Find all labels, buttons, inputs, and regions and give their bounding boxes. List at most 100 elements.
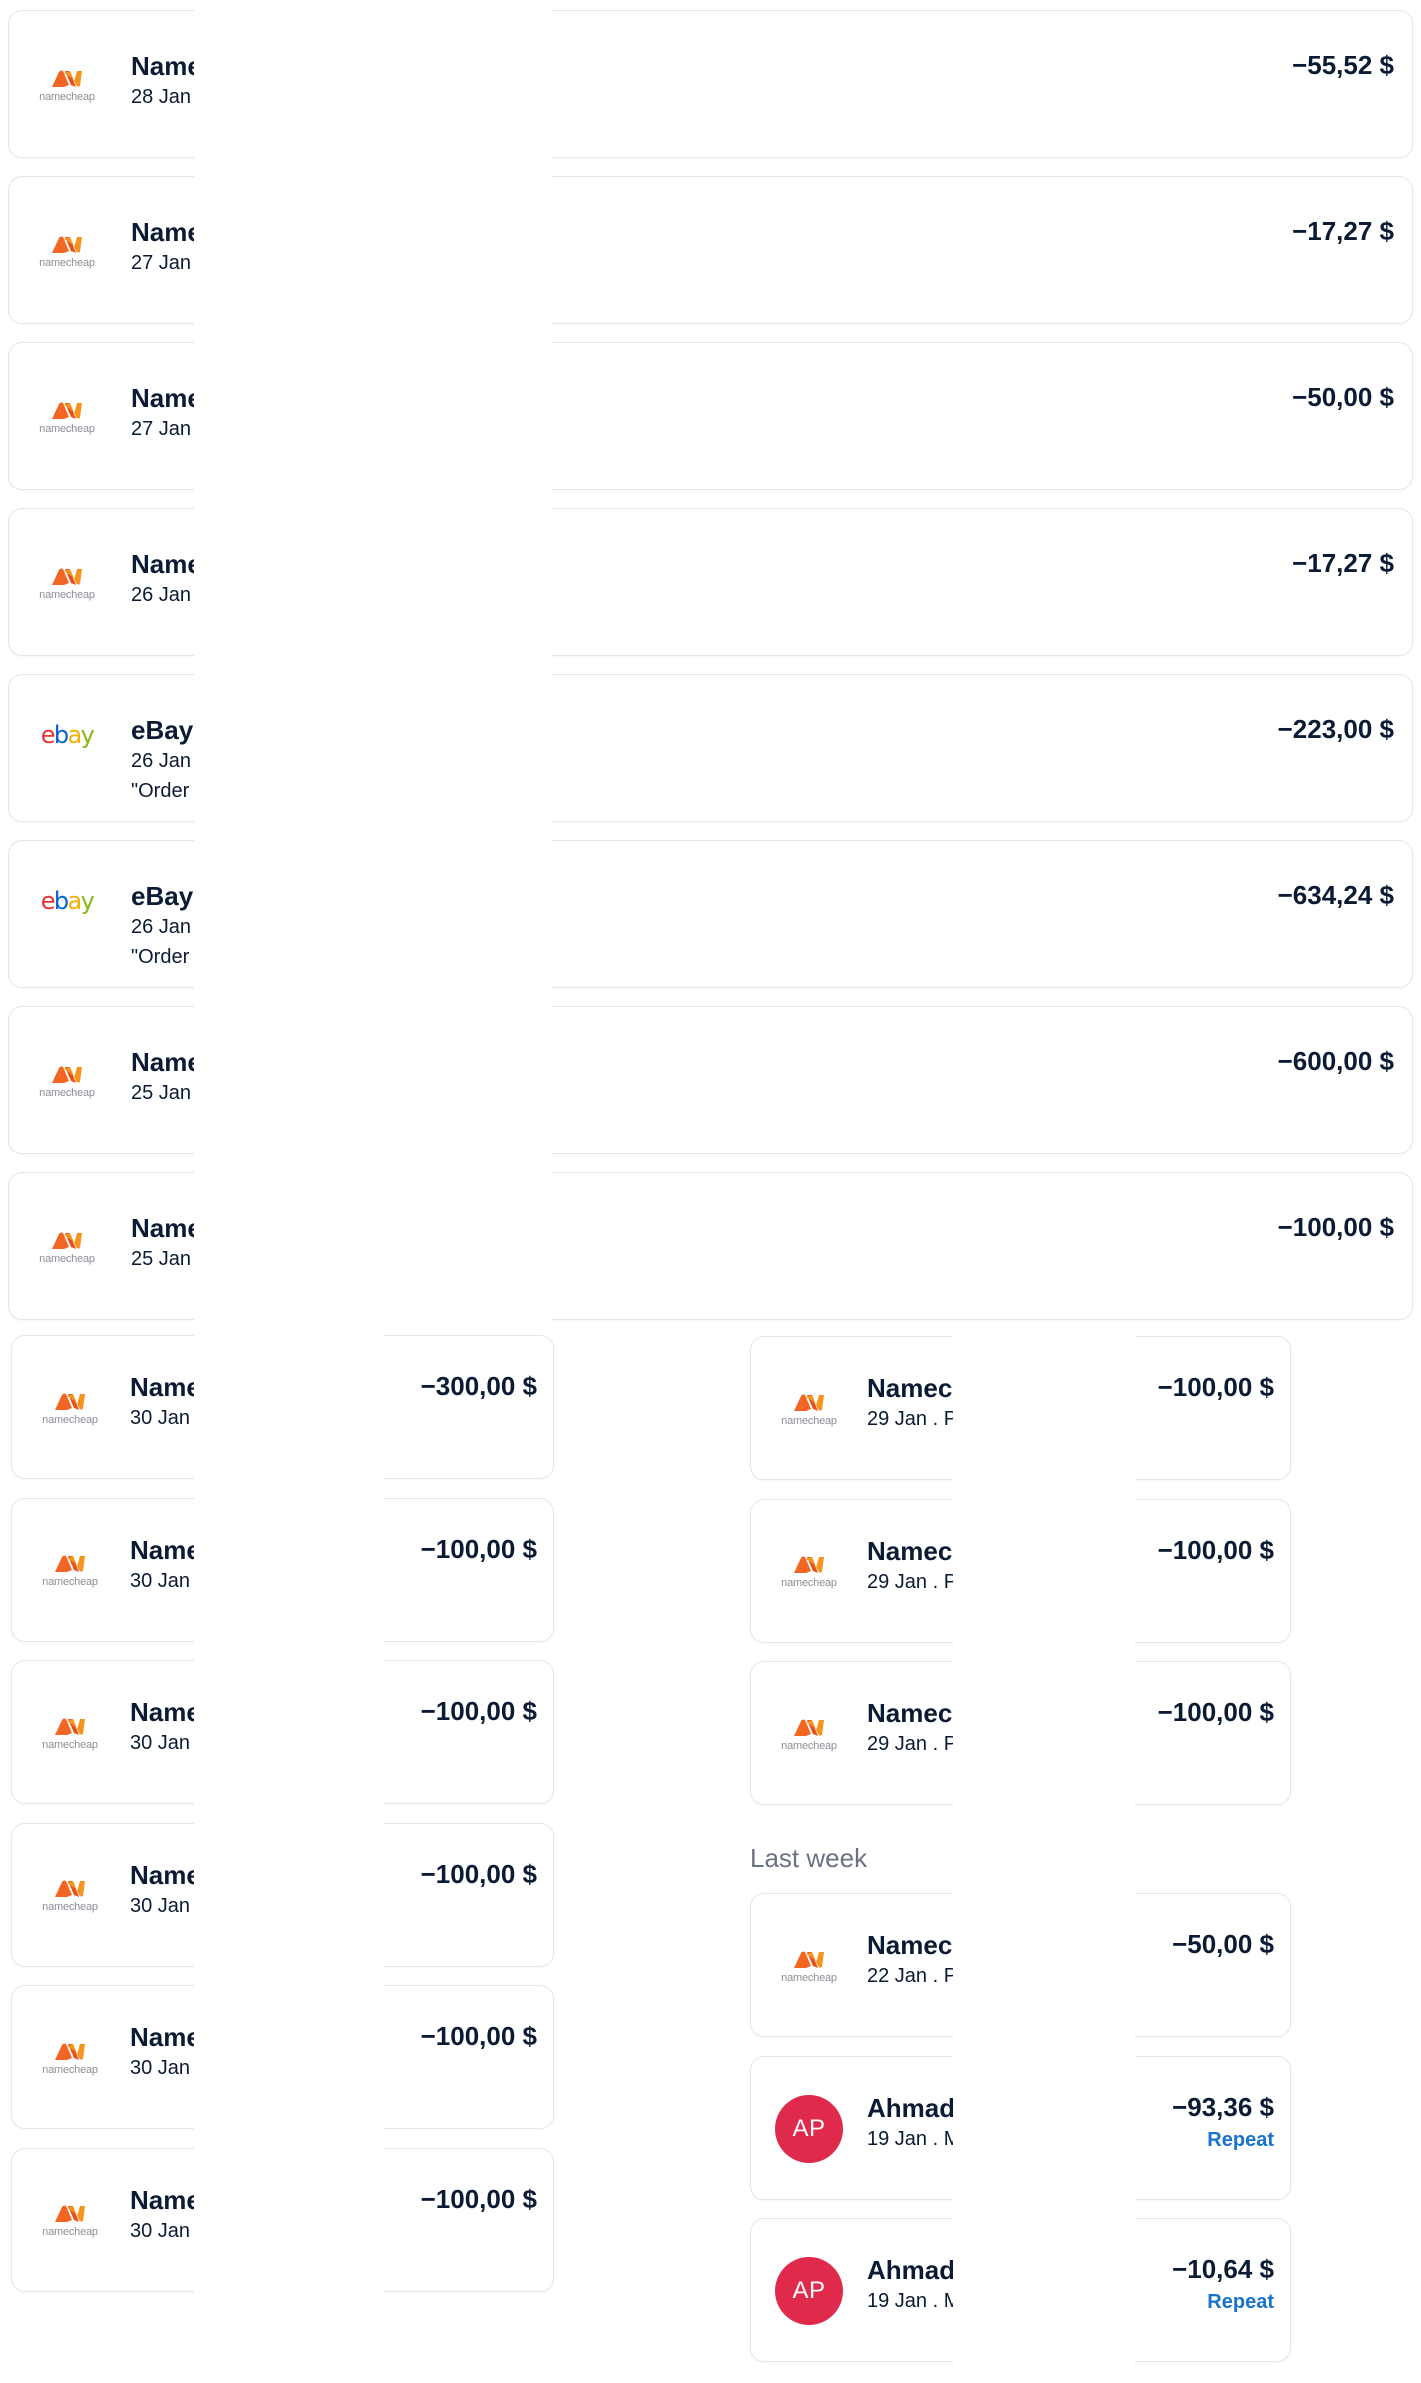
namecheap-wordmark: namecheap (781, 1971, 837, 1984)
merchant-name: Namecheap (131, 51, 203, 81)
transaction-amount: −100,00 $ (1157, 1697, 1274, 1727)
transaction-logo: namecheap (12, 1368, 128, 1448)
namecheap-n-mark (55, 1555, 85, 1572)
transaction-text: eBay 26 Jan "Order (131, 881, 203, 981)
namecheap-n-mark (794, 1718, 824, 1736)
transaction-text: Namecheap 27 Jan (131, 383, 203, 483)
namecheap-n-mark (52, 235, 82, 253)
transaction-logo: namecheap (751, 1694, 867, 1774)
namecheap-n-mark (55, 2042, 85, 2060)
namecheap-logo-icon: namecheap (781, 1717, 837, 1752)
ebay-letter: y (80, 887, 95, 915)
ebay-letter: a (67, 887, 83, 915)
merchant-name: eBay (131, 881, 194, 911)
screenshot-canvas: namecheap Namecheap 28 Jan −55,52 $ namechea… (0, 0, 1421, 2383)
namecheap-wordmark: namecheap (42, 2226, 98, 2238)
transaction-amount: −55,52 $ (1292, 50, 1394, 80)
transaction-amount: −100,00 $ (1157, 1372, 1274, 1402)
transaction-logo: namecheap (12, 1531, 128, 1611)
namecheap-n-mark (52, 401, 82, 419)
namecheap-wordmark: namecheap (42, 1413, 98, 1426)
namecheap-logo-icon: namecheap (42, 1391, 98, 1426)
transaction-logo: namecheap (12, 2018, 128, 2098)
namecheap-wordmark: namecheap (781, 1414, 837, 1427)
transaction-logo: namecheap (9, 1207, 125, 1287)
transaction-logo: namecheap (751, 1369, 867, 1449)
namecheap-n-mark (52, 1231, 82, 1249)
transaction-logo: AP (751, 2251, 867, 2331)
namecheap-logo-icon: namecheap (39, 1230, 95, 1265)
transaction-date: 27 Jan (131, 418, 192, 440)
namecheap-n-mark (52, 69, 82, 87)
transaction-date: 30 Jan (130, 2219, 191, 2242)
namecheap-wordmark: namecheap (39, 422, 95, 435)
transaction-amount: −100,00 $ (420, 2183, 537, 2214)
transaction-date: 30 Jan (130, 1407, 191, 1429)
transaction-logo: ebay (9, 695, 125, 775)
namecheap-n-mark (794, 1950, 824, 1968)
transaction-amount: −17,27 $ (1292, 216, 1394, 246)
ebay-letter: a (67, 721, 83, 749)
namecheap-logo-icon: namecheap (42, 2203, 98, 2238)
transaction-amount: −300,00 $ (420, 1371, 537, 1401)
namecheap-wordmark: namecheap (39, 90, 95, 103)
transaction-amount: −93,36 $ (1172, 2091, 1274, 2122)
repeat-button[interactable]: Repeat (1207, 2128, 1274, 2152)
namecheap-logo-icon: namecheap (781, 1392, 837, 1427)
ebay-letter: e (40, 721, 56, 749)
merchant-name: Ahmad (867, 2092, 954, 2123)
merchant-name: Ahmad (867, 2255, 954, 2285)
namecheap-n-mark (52, 1065, 82, 1083)
transaction-date: 30 Jan (130, 1569, 191, 1592)
transaction-logo: namecheap (9, 1041, 125, 1121)
namecheap-logo-icon: namecheap (39, 1064, 95, 1099)
namecheap-wordmark: namecheap (42, 1576, 98, 1588)
transaction-date: 30 Jan (130, 1732, 191, 1754)
transaction-date: 29 Jan . P (867, 1733, 954, 1755)
transaction-date: 19 Jan . M (867, 2290, 954, 2312)
ebay-letter: y (80, 721, 95, 749)
transaction-logo: namecheap (9, 543, 125, 623)
transaction-amount: −100,00 $ (420, 1858, 537, 1889)
transaction-amount: −17,27 $ (1292, 548, 1394, 578)
transaction-amount: −50,00 $ (1292, 382, 1394, 412)
transaction-logo: namecheap (9, 377, 125, 457)
redaction-overlay (194, 0, 552, 1335)
transaction-text: Namecheap 28 Jan (131, 51, 203, 151)
namecheap-wordmark: namecheap (39, 1086, 95, 1099)
repeat-button[interactable]: Repeat (1207, 2290, 1274, 2314)
namecheap-n-mark (794, 1393, 824, 1411)
section-heading-last-week: Last week (750, 1843, 868, 1873)
merchant-name: Namecheap (131, 1213, 203, 1243)
transaction-date: 25 Jan (131, 1082, 192, 1104)
namecheap-logo-icon: namecheap (42, 2041, 98, 2076)
transaction-logo: ebay (9, 861, 125, 941)
merchant-name: Namecheap (867, 1930, 954, 1960)
transaction-date: 26 Jan (131, 584, 192, 606)
namecheap-n-mark (55, 1392, 85, 1410)
transaction-date: 30 Jan (130, 2057, 191, 2079)
transaction-amount: −50,00 $ (1172, 1929, 1274, 1959)
transaction-amount: −100,00 $ (420, 1696, 537, 1726)
transaction-text: Namecheap 25 Jan (131, 1213, 203, 1313)
namecheap-n-mark (794, 1556, 824, 1573)
transaction-logo: namecheap (12, 1856, 128, 1936)
redaction-overlay (194, 1335, 384, 2295)
namecheap-n-mark (55, 2205, 85, 2222)
namecheap-wordmark: namecheap (42, 2063, 98, 2076)
transaction-text: Ahmad 19 Jan . M (867, 2255, 954, 2355)
namecheap-logo-icon: namecheap (39, 400, 95, 435)
transaction-date: 27 Jan (131, 252, 192, 274)
ebay-logo-icon: ebay (40, 721, 95, 749)
namecheap-n-mark (55, 1717, 85, 1735)
avatar: AP (775, 2257, 843, 2325)
namecheap-n-mark (55, 1880, 85, 1897)
transaction-amount: −600,00 $ (1277, 1046, 1394, 1076)
namecheap-logo-icon: namecheap (781, 1949, 837, 1984)
namecheap-logo-icon: namecheap (42, 1878, 98, 1913)
transaction-date: 29 Jan . P (867, 1570, 954, 1593)
transaction-logo: namecheap (12, 1693, 128, 1773)
namecheap-logo-icon: namecheap (42, 1553, 98, 1588)
merchant-name: Namecheap (867, 1698, 954, 1728)
transaction-date: 28 Jan (131, 86, 192, 108)
